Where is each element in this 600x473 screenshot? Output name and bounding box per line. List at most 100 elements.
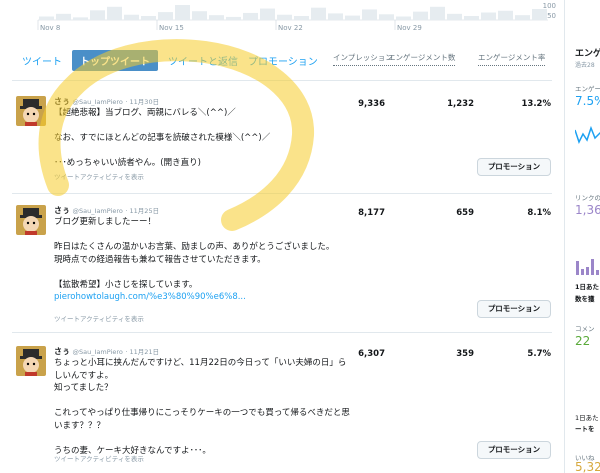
impressions-value: 6,307 [358, 349, 385, 359]
divider [12, 193, 552, 194]
chart-bar[interactable] [294, 16, 309, 20]
tweet-body: 【超絶悲報】当ブログ、両親にバレる＼(^^)／ なお、すでにほとんどの記事を読破… [54, 107, 354, 170]
engagement-sparkline [575, 125, 600, 144]
chart-bar[interactable] [311, 7, 326, 20]
avatar-image [16, 346, 46, 376]
chart-bar[interactable] [447, 13, 462, 20]
engagements-value: 659 [456, 208, 474, 218]
chart-bar[interactable] [362, 9, 377, 20]
x-tick-label: Nov 29 [397, 24, 422, 32]
tweet-body: ブログ更新しましたーー！ 昨日はたくさんの温かいお言葉、励ましの声、ありがとうご… [54, 216, 354, 304]
user-name[interactable]: さぅ [54, 206, 70, 215]
tweet-header: さぅ @Sau_IamPiero · 11月25日 [54, 205, 159, 216]
comments-label: コメン [575, 325, 595, 333]
x-tick-label: Nov 22 [278, 24, 303, 32]
chart-bar[interactable] [430, 6, 445, 21]
tab-top-tweets[interactable]: トップツイート [72, 50, 158, 71]
chart-bar[interactable] [277, 14, 292, 20]
chart-bar[interactable] [158, 12, 173, 20]
user-handle[interactable]: @Sau_IamPiero [73, 207, 123, 215]
chart-bar[interactable] [413, 11, 428, 20]
column-engagement-rate[interactable]: エンゲージメント率 [478, 52, 546, 66]
engagement-summary-panel: エンゲ 過去28 エンゲー 7.5% リンクの 1,36 1日あた 数を獲 コメ… [564, 0, 600, 473]
view-tweet-activity-link[interactable]: ツイートアクティビティを表示 [54, 313, 144, 323]
chart-bar[interactable] [345, 15, 360, 20]
impressions-bar-chart: Nov 8 Nov 15 Nov 22 Nov 29 [37, 5, 548, 32]
engagement-rate-label: エンゲー [575, 85, 600, 93]
tweet-text: 【超絶悲報】当ブログ、両親にバレる＼(^^)／ なお、すでにほとんどの記事を読破… [54, 108, 271, 168]
y-tick-label: 50 [547, 12, 556, 20]
user-name[interactable]: さぅ [54, 347, 70, 356]
tweet-date[interactable]: · 11月30日 [125, 98, 159, 106]
tab-tweets-and-replies[interactable]: ツイートと返信 [168, 53, 238, 68]
avatar-image [16, 96, 46, 126]
tweet-row[interactable]: さぅ @Sau_IamPiero · 11月30日 【超絶悲報】当ブログ、両親に… [12, 96, 552, 191]
promote-button[interactable]: プロモーション [477, 441, 551, 459]
avatar[interactable] [16, 96, 46, 126]
tweet-header: さぅ @Sau_IamPiero · 11月21日 [54, 346, 159, 357]
user-name[interactable]: さぅ [54, 97, 70, 106]
avatar[interactable] [16, 205, 46, 235]
chart-bar[interactable] [192, 11, 207, 20]
tweet-header: さぅ @Sau_IamPiero · 11月30日 [54, 96, 159, 107]
tweet-body: ちょっと小耳に挟んだんですけど、11月22日の今日って「いい夫婦の日」らしいんで… [54, 357, 354, 457]
y-tick-label: 100 [542, 2, 556, 10]
daily-label: 数を獲 [575, 295, 595, 303]
chart-bar[interactable] [532, 9, 547, 20]
user-handle[interactable]: @Sau_IamPiero [73, 98, 123, 106]
chart-bar[interactable] [464, 16, 479, 20]
tweet-date[interactable]: · 11月25日 [125, 207, 159, 215]
daily-label: 1日あた [575, 414, 599, 422]
tab-promotions[interactable]: プロモーション [248, 53, 318, 68]
user-handle[interactable]: @Sau_IamPiero [73, 348, 123, 356]
engagement-rate-value: 8.1% [527, 208, 551, 218]
link-clicks-value: 1,36 [575, 203, 600, 217]
engagements-value: 359 [456, 349, 474, 359]
chart-bar[interactable] [175, 5, 190, 20]
chart-bar[interactable] [90, 10, 105, 20]
column-engagements[interactable]: エンゲージメント数 [388, 52, 456, 66]
engagement-rate-value: 13.2% [521, 99, 552, 109]
x-tick-label: Nov 8 [40, 24, 60, 32]
divider [12, 332, 552, 333]
chart-bar[interactable] [73, 17, 88, 20]
chart-bar[interactable] [396, 16, 411, 20]
chart-bar[interactable] [498, 10, 513, 20]
avatar[interactable] [16, 346, 46, 376]
chart-bar[interactable] [209, 15, 224, 20]
tweet-text: ちょっと小耳に挟んだんですけど、11月22日の今日って「いい夫婦の日」らしいんで… [54, 358, 350, 456]
x-tick-label: Nov 15 [159, 24, 184, 32]
chart-bar[interactable] [39, 16, 54, 20]
likes-value: 5,32 [575, 460, 600, 473]
avatar-image [16, 205, 46, 235]
chart-bar[interactable] [260, 8, 275, 20]
tweet-link[interactable]: pierohowtolaugh.com/%e3%80%90%e6%8... [54, 291, 354, 304]
panel-subtitle: 過去28 [575, 62, 595, 69]
chart-bar[interactable] [243, 12, 258, 20]
column-impressions[interactable]: インプレッション [333, 52, 393, 66]
promote-button[interactable]: プロモーション [477, 300, 551, 318]
chart-bar[interactable] [124, 14, 139, 20]
tweet-row[interactable]: さぅ @Sau_IamPiero · 11月21日 ちょっと小耳に挟んだんですけ… [12, 346, 552, 473]
daily-label: 1日あた [575, 283, 600, 291]
chart-bar[interactable] [515, 15, 530, 20]
tab-tweets[interactable]: ツイート [22, 53, 62, 68]
chart-bar[interactable] [56, 13, 71, 20]
chart-bar[interactable] [226, 16, 241, 20]
link-clicks-label: リンクの [575, 194, 600, 202]
chart-bar[interactable] [107, 6, 122, 21]
tweet-date[interactable]: · 11月21日 [125, 348, 159, 356]
divider [12, 80, 552, 81]
chart-bar[interactable] [481, 12, 496, 20]
engagement-rate-summary: 7.5% [575, 94, 600, 108]
chart-bar[interactable] [141, 16, 156, 20]
engagement-rate-value: 5.7% [527, 349, 551, 359]
chart-bar[interactable] [328, 13, 343, 20]
view-tweet-activity-link[interactable]: ツイートアクティビティを表示 [54, 453, 144, 463]
promote-button[interactable]: プロモーション [477, 158, 551, 176]
tweet-text: ブログ更新しましたーー！ 昨日はたくさんの温かいお言葉、励ましの声、ありがとうご… [54, 217, 335, 290]
view-tweet-activity-link[interactable]: ツイートアクティビティを表示 [54, 171, 144, 181]
tweet-row[interactable]: さぅ @Sau_IamPiero · 11月25日 ブログ更新しましたーー！ 昨… [12, 205, 552, 325]
chart-bar[interactable] [379, 14, 394, 20]
tweet-tabs: ツイート トップツイート ツイートと返信 プロモーション [22, 50, 328, 71]
